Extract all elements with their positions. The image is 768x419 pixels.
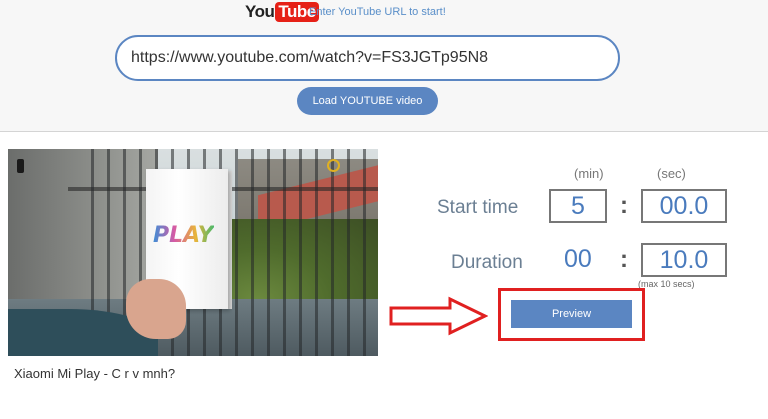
max-duration-note: (max 10 secs) <box>638 279 695 289</box>
video-title: Xiaomi Mi Play - C r v mnh? <box>14 366 176 381</box>
start-sec-field[interactable]: 00.0 <box>641 189 727 223</box>
duration-sec-field[interactable]: 10.0 <box>641 243 727 277</box>
start-min-field[interactable]: 5 <box>549 189 607 223</box>
badge-icon <box>327 159 340 172</box>
duration-label: Duration <box>451 252 523 273</box>
youtube-logo: You Tube <box>245 2 319 22</box>
header-panel: YouTube Enter YouTube URL to start! Load… <box>0 0 768 132</box>
thumbnail-play-text: PLAY <box>153 223 214 248</box>
duration-colon: : <box>620 246 628 273</box>
camera-icon <box>17 159 24 173</box>
unit-min-label: (min) <box>574 166 604 181</box>
logo-you-text: You <box>245 2 275 21</box>
start-colon: : <box>620 192 628 219</box>
start-time-label: Start time <box>437 197 519 218</box>
tagline: Enter YouTube URL to start! <box>309 6 446 18</box>
duration-min-value: 00 <box>564 245 592 273</box>
url-input[interactable] <box>115 35 620 81</box>
red-arrow-icon <box>389 296 488 336</box>
thumbnail-hand <box>126 279 186 339</box>
unit-sec-label: (sec) <box>657 166 686 181</box>
preview-button[interactable]: Preview <box>511 300 632 328</box>
load-video-button[interactable]: Load YOUTUBE video <box>297 87 438 115</box>
video-thumbnail[interactable]: PLAY <box>8 149 378 356</box>
